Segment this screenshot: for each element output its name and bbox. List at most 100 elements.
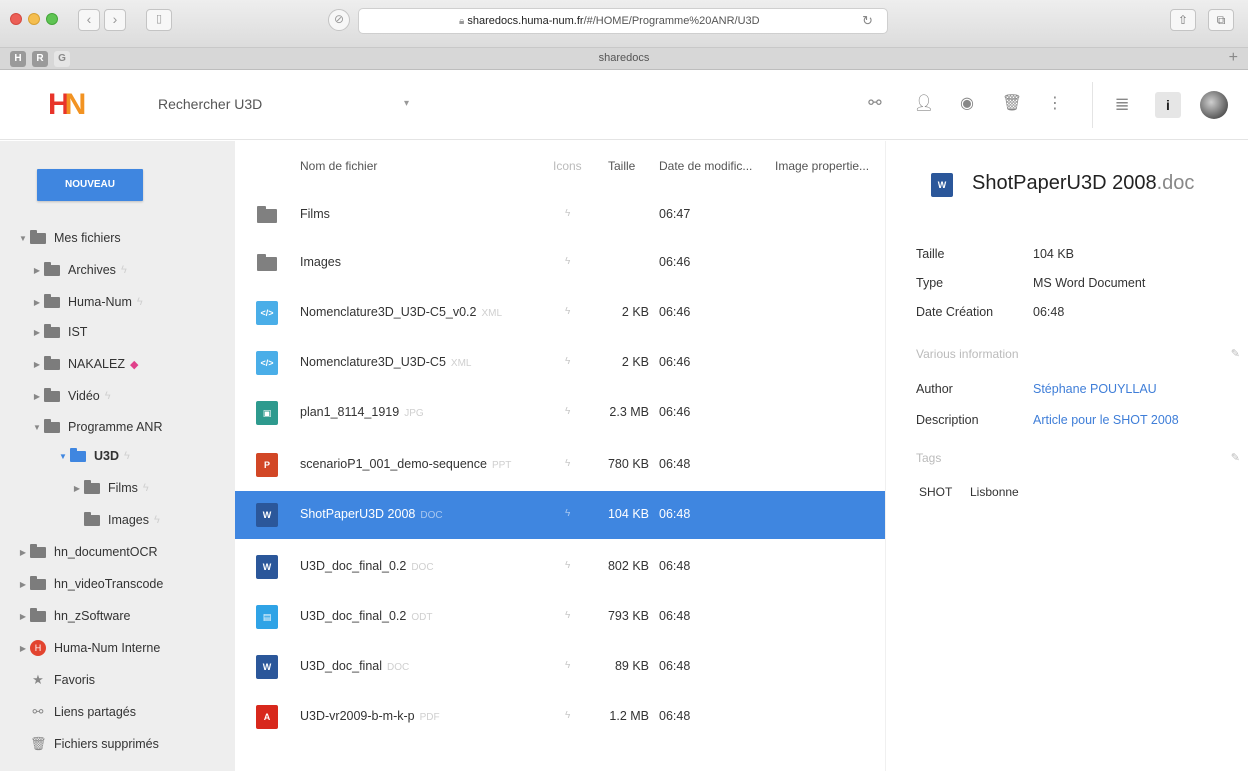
author-value[interactable]: Stéphane POUYLLAU — [1033, 382, 1157, 396]
table-row[interactable]: ▤ U3D_doc_final_0.2 ODT ϟ 793 KB 06:48 — [235, 593, 885, 641]
description-value[interactable]: Article pour le SHOT 2008 — [1033, 413, 1179, 427]
column-header-icons[interactable]: Icons — [553, 159, 582, 173]
sidebar-item-liens-partages[interactable]: ⚯ Liens partagés — [30, 701, 136, 723]
share-icon[interactable]: ⇧ — [1170, 9, 1196, 31]
reload-icon[interactable]: ↻ — [862, 13, 873, 29]
sidebar-item-archives[interactable]: ▶ Archives ϟ — [30, 259, 127, 281]
expand-icon[interactable]: ▶ — [30, 328, 44, 337]
table-row[interactable]: Films ϟ 06:47 — [235, 191, 885, 239]
file-date: 06:46 — [659, 405, 691, 419]
file-size: 1.2 MB — [609, 709, 649, 723]
tag-icon: ϟ — [565, 356, 571, 367]
add-user-icon[interactable]: 👤︎ — [912, 92, 936, 116]
expand-icon[interactable]: ▶ — [16, 580, 30, 589]
table-row[interactable]: </> Nomenclature3D_U3D-C5 XML ϟ 2 KB 06:4… — [235, 339, 885, 387]
tag-chip[interactable]: SHOT — [919, 485, 952, 499]
folder-icon — [44, 323, 60, 338]
sidebar-item-fichiers-supprimes[interactable]: 🗑︎ Fichiers supprimés — [30, 733, 159, 755]
edit-tags-icon[interactable]: ✎ — [1231, 451, 1240, 464]
group-icon: H — [30, 640, 46, 656]
collapse-icon[interactable]: ▼ — [30, 423, 44, 432]
list-view-icon[interactable]: ≣ — [1110, 92, 1134, 116]
collapse-icon[interactable]: ▼ — [16, 234, 30, 243]
tag-icon: ϟ — [120, 264, 127, 276]
edit-icon[interactable]: ✎ — [1231, 347, 1240, 360]
link-icon[interactable]: ⚯ — [863, 92, 887, 116]
table-row[interactable]: A U3D-vr2009-b-m-k-p PDF ϟ 1.2 MB 06:48 — [235, 693, 885, 741]
tab-title[interactable]: sharedocs — [0, 52, 1248, 64]
collapse-icon[interactable]: ▼ — [56, 452, 70, 461]
table-row[interactable]: ▣ plan1_8114_1919 JPG ϟ 2.3 MB 06:46 — [235, 389, 885, 437]
more-menu-icon[interactable]: ⋮ — [1043, 92, 1067, 116]
expand-icon[interactable]: ▶ — [30, 266, 44, 275]
zoom-window-button[interactable] — [46, 13, 58, 25]
created-label: Date Création — [916, 305, 994, 319]
folder-icon — [44, 387, 60, 402]
huma-num-logo[interactable]: HN — [48, 88, 86, 122]
sidebar-item-video[interactable]: ▶ Vidéo ϟ — [30, 385, 111, 407]
sidebar-item-hn-zsoftware[interactable]: ▶ hn_zSoftware — [16, 605, 130, 627]
info-icon[interactable]: i — [1155, 92, 1181, 118]
sidebar-item-u3d[interactable]: ▼ U3D ϟ — [56, 445, 130, 467]
avatar[interactable] — [1200, 91, 1228, 119]
file-ext: DOC — [411, 562, 434, 573]
table-row[interactable]: Images ϟ 06:46 — [235, 239, 885, 287]
preview-eye-icon[interactable]: ◉ — [955, 92, 979, 116]
expand-icon[interactable]: ▶ — [30, 298, 44, 307]
tags-heading: Tags — [916, 451, 942, 465]
expand-icon[interactable]: ▶ — [30, 360, 44, 369]
sidebar-item-favoris[interactable]: ★ Favoris — [30, 669, 95, 691]
file-ext: XML — [450, 358, 472, 369]
table-row[interactable]: P scenarioP1_001_demo-sequence PPT ϟ 780 … — [235, 441, 885, 489]
expand-icon[interactable]: ▶ — [16, 612, 30, 621]
file-name: Images — [300, 255, 341, 269]
address-bar[interactable]: 🔒︎ sharedocs.huma-num.fr/#/HOME/Programm… — [358, 8, 888, 34]
table-row[interactable]: W U3D_doc_final DOC ϟ 89 KB 06:48 — [235, 643, 885, 691]
back-button[interactable]: ‹ — [78, 9, 100, 31]
expand-icon[interactable]: ▶ — [16, 548, 30, 557]
search-dropdown-icon[interactable]: ▾ — [404, 98, 409, 109]
close-window-button[interactable] — [10, 13, 22, 25]
minimize-window-button[interactable] — [28, 13, 40, 25]
tabs-overview-icon[interactable]: ⧉ — [1208, 9, 1234, 31]
new-button[interactable]: NOUVEAU — [37, 169, 143, 201]
table-row[interactable]: </> Nomenclature3D_U3D-C5_v0.2 XML ϟ 2 KB… — [235, 289, 885, 337]
sidebar-item-images[interactable]: Images ϟ — [84, 509, 160, 531]
file-name: Nomenclature3D_U3D-C5 — [300, 355, 446, 369]
table-row[interactable]: W U3D_doc_final_0.2 DOC ϟ 802 KB 06:48 — [235, 543, 885, 591]
new-tab-icon[interactable]: + — [1229, 49, 1238, 67]
sidebar-item-hn-documentocr[interactable]: ▶ hn_documentOCR — [16, 541, 158, 563]
privacy-icon[interactable]: ⊘ — [328, 9, 350, 31]
tag-icon: ϟ — [124, 450, 130, 462]
file-size: 802 KB — [607, 559, 649, 573]
column-header-name[interactable]: Nom de fichier — [300, 159, 377, 173]
sidebar-item-mes-fichiers[interactable]: ▼ Mes fichiers — [16, 227, 121, 249]
table-row-selected[interactable]: W ShotPaperU3D 2008 DOC ϟ 104 KB 06:48 — [235, 491, 885, 539]
trash-icon[interactable]: 🗑︎ — [1000, 92, 1024, 116]
expand-icon[interactable]: ▶ — [16, 644, 30, 653]
tag-chip[interactable]: Lisbonne — [970, 485, 1019, 499]
sidebar-item-programme-anr[interactable]: ▼ Programme ANR — [30, 416, 162, 438]
column-header-image-properties[interactable]: Image propertie... — [775, 159, 869, 173]
file-size: 2.3 MB — [609, 405, 649, 419]
sidebar-item-nakalez[interactable]: ▶ NAKALEZ ◆ — [30, 353, 138, 375]
file-ext: ODT — [411, 612, 433, 623]
sidebar-item-hn-videotranscode[interactable]: ▶ hn_videoTranscode — [16, 573, 163, 595]
file-name: U3D_doc_final_0.2 — [300, 559, 407, 573]
sidebar-item-ist[interactable]: ▶ IST — [30, 321, 87, 343]
detail-panel: W ShotPaperU3D 2008.doc Taille 104 KB Ty… — [885, 141, 1248, 771]
search-input[interactable]: Rechercher U3D — [158, 96, 262, 112]
expand-icon[interactable]: ▶ — [30, 392, 44, 401]
sidebar-item-huma-num-interne[interactable]: ▶ H Huma-Num Interne — [16, 637, 160, 659]
column-header-date[interactable]: Date de modific... — [659, 159, 752, 173]
sidebar-toggle-icon[interactable]: ▯ — [146, 9, 172, 31]
tag-icon: ϟ — [565, 710, 571, 721]
sidebar-item-huma-num[interactable]: ▶ Huma-Num ϟ — [30, 291, 143, 313]
tag-icon: ϟ — [565, 208, 571, 219]
description-label: Description — [916, 413, 979, 427]
column-header-size[interactable]: Taille — [608, 159, 635, 173]
expand-icon[interactable]: ▶ — [70, 484, 84, 493]
forward-button[interactable]: › — [104, 9, 126, 31]
file-date: 06:46 — [659, 355, 691, 369]
sidebar-item-films[interactable]: ▶ Films ϟ — [70, 477, 149, 499]
